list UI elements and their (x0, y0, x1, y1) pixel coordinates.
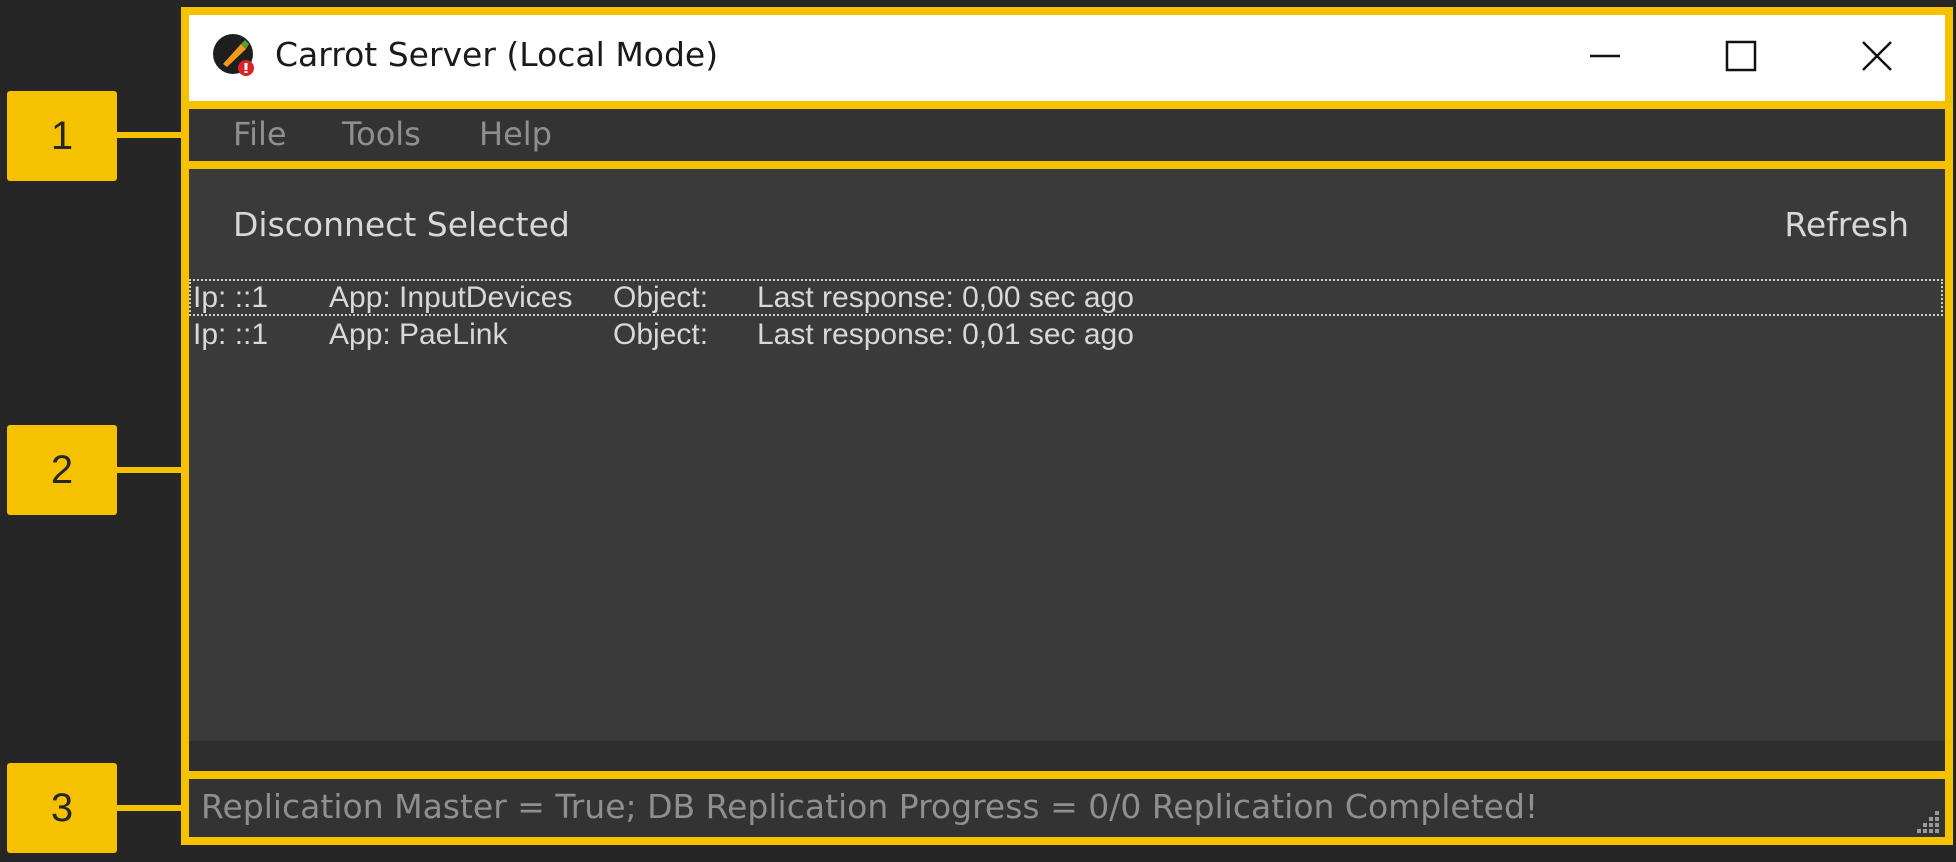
region-divider (189, 161, 1945, 169)
menu-file[interactable]: File (233, 115, 287, 153)
resize-grip-icon[interactable] (1913, 805, 1941, 833)
callout-connector (117, 467, 181, 473)
status-bar: Replication Master = True; DB Replicatio… (189, 779, 1945, 837)
callout-connector (117, 132, 181, 138)
callout-2: 2 (7, 425, 117, 515)
minimize-button[interactable] (1537, 15, 1673, 101)
list-item[interactable]: Ip: ::1 App: PaeLink Object: Last respon… (189, 316, 1943, 353)
horizontal-scrollbar[interactable] (189, 741, 1945, 771)
close-icon (1860, 39, 1894, 77)
connection-app: App: InputDevices (329, 281, 573, 314)
disconnect-selected-button[interactable]: Disconnect Selected (233, 205, 570, 244)
callout-connector (117, 805, 181, 811)
region-divider (189, 101, 1945, 109)
connections-list[interactable]: Ip: ::1 App: InputDevices Object: Last r… (189, 279, 1945, 353)
connection-ip: Ip: ::1 (193, 281, 269, 314)
connection-ip: Ip: ::1 (193, 318, 269, 351)
connection-last-response: Last response: 0,01 sec ago (757, 318, 1134, 351)
region-divider (189, 771, 1945, 779)
window-title: Carrot Server (Local Mode) (275, 35, 719, 74)
list-item[interactable]: Ip: ::1 App: InputDevices Object: Last r… (189, 279, 1943, 316)
maximize-icon (1724, 39, 1758, 77)
callout-1: 1 (7, 91, 117, 181)
menu-tools[interactable]: Tools (342, 115, 421, 153)
maximize-button[interactable] (1673, 15, 1809, 101)
menu-bar: File Tools Help (189, 109, 1945, 161)
title-bar[interactable]: Carrot Server (Local Mode) (189, 15, 1945, 101)
connection-app: App: PaeLink (329, 318, 508, 351)
close-button[interactable] (1809, 15, 1945, 101)
carrot-server-app-icon (211, 32, 259, 80)
status-text: Replication Master = True; DB Replicatio… (201, 787, 1539, 826)
connection-last-response: Last response: 0,00 sec ago (757, 281, 1134, 314)
menu-help[interactable]: Help (479, 115, 552, 153)
connections-panel: Disconnect Selected Refresh Ip: ::1 App:… (189, 169, 1945, 741)
connection-object: Object: (613, 281, 709, 314)
callout-3: 3 (7, 763, 117, 853)
connection-object: Object: (613, 318, 709, 351)
minimize-icon (1588, 39, 1622, 77)
refresh-button[interactable]: Refresh (1784, 205, 1909, 244)
